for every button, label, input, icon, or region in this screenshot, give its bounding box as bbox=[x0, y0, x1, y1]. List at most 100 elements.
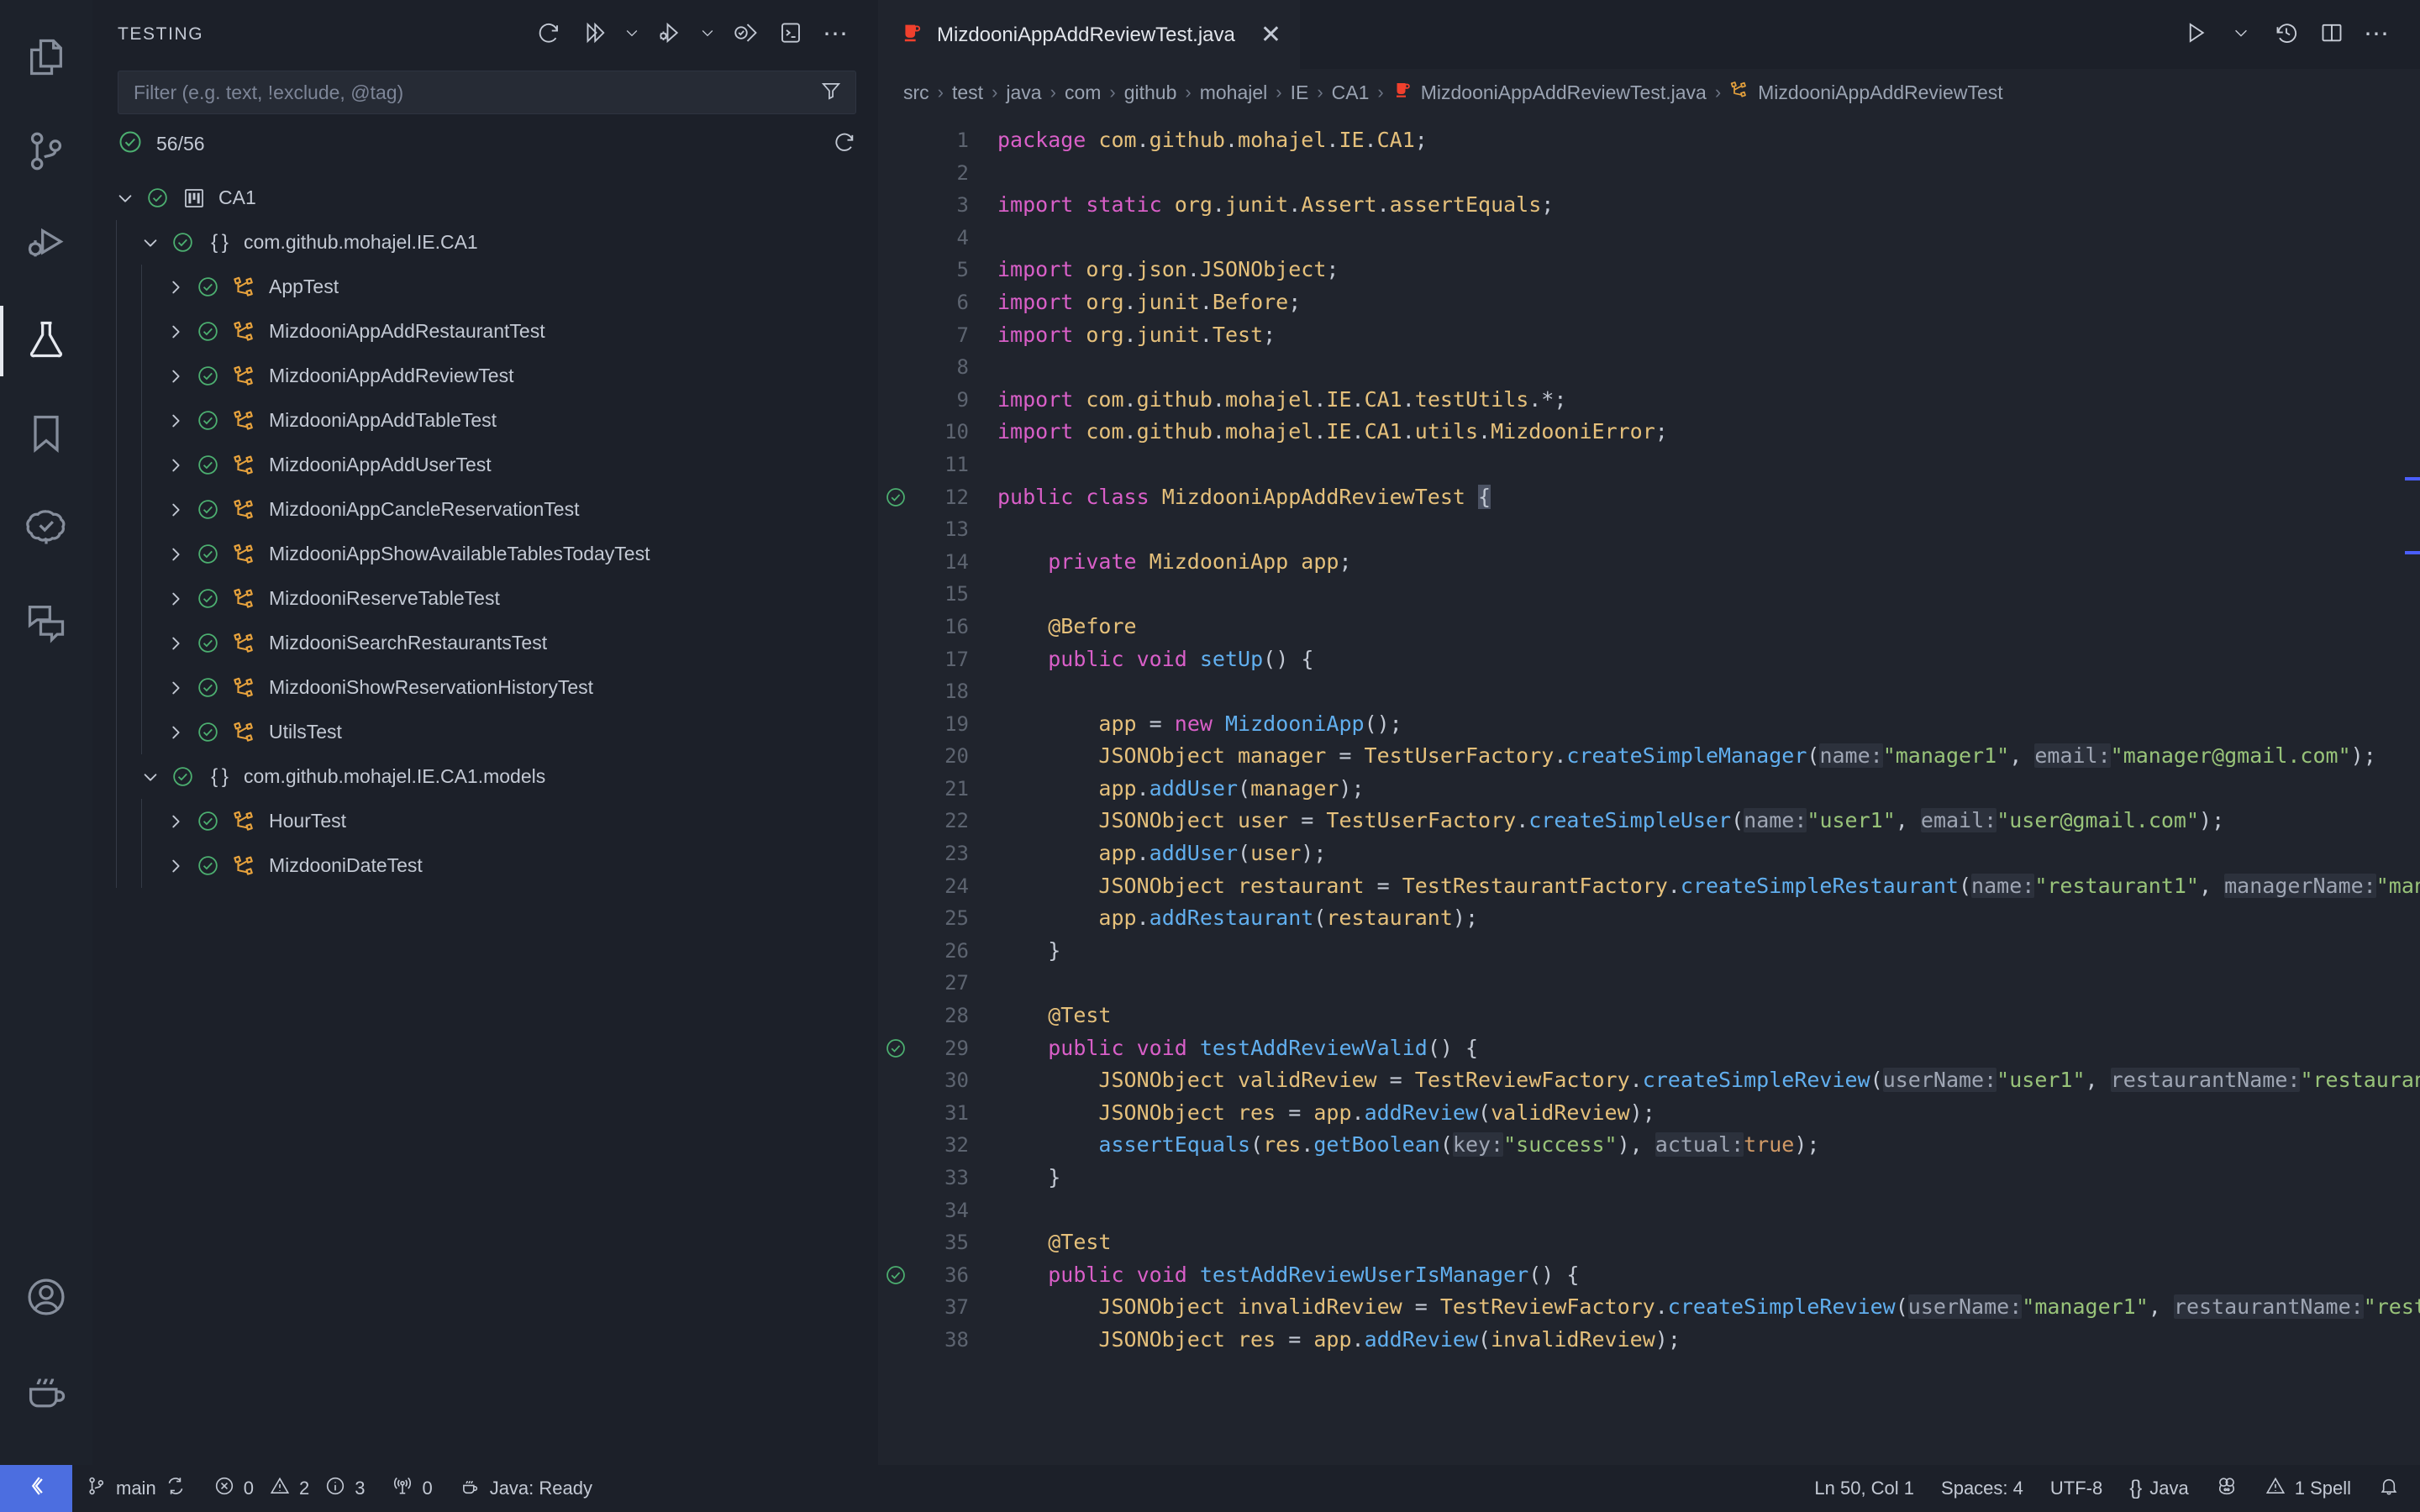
code-line[interactable]: public void setUp() { bbox=[997, 643, 2420, 676]
code-line[interactable]: app.addUser(manager); bbox=[997, 773, 2420, 806]
gutter-test-pass-icon[interactable] bbox=[878, 1032, 913, 1065]
code-line[interactable]: JSONObject res = app.addReview(invalidRe… bbox=[997, 1324, 2420, 1357]
activity-bar-item-comments[interactable] bbox=[0, 576, 92, 670]
filter-icon[interactable] bbox=[820, 80, 842, 106]
status-language-mode[interactable]: {} Java bbox=[2116, 1465, 2202, 1512]
tree-twisty-expanded[interactable] bbox=[136, 763, 165, 791]
status-editor-position[interactable]: Ln 50, Col 1 bbox=[1801, 1465, 1928, 1512]
test-tree-item[interactable]: AppTest bbox=[92, 265, 878, 309]
debug-all-tests-caret[interactable] bbox=[695, 14, 720, 55]
code-line[interactable]: import com.github.mohajel.IE.CA1.testUti… bbox=[997, 384, 2420, 417]
remote-window-button[interactable] bbox=[0, 1465, 72, 1512]
code-line[interactable] bbox=[997, 1194, 2420, 1227]
status-problems[interactable]: 0 2 3 bbox=[200, 1465, 379, 1512]
tree-twisty-collapsed[interactable] bbox=[161, 273, 190, 302]
code-line[interactable] bbox=[997, 578, 2420, 611]
code-line[interactable]: JSONObject validReview = TestReviewFacto… bbox=[997, 1064, 2420, 1097]
tree-twisty-expanded[interactable] bbox=[111, 184, 139, 213]
breadcrumb-segment[interactable]: CA1 bbox=[1327, 81, 1375, 104]
code-line[interactable]: public void testAddReviewUserIsManager()… bbox=[997, 1259, 2420, 1292]
code-content[interactable]: package com.github.mohajel.IE.CA1; impor… bbox=[969, 116, 2420, 1465]
activity-bar-item-accounts[interactable] bbox=[0, 1252, 92, 1346]
status-encoding[interactable]: UTF-8 bbox=[2037, 1465, 2116, 1512]
summary-refresh-button[interactable] bbox=[833, 130, 856, 158]
refresh-tests-button[interactable] bbox=[529, 14, 569, 55]
code-line[interactable]: app = new MizdooniApp(); bbox=[997, 708, 2420, 741]
show-test-output-button[interactable] bbox=[771, 14, 811, 55]
test-tree-item[interactable]: MizdooniDateTest bbox=[92, 843, 878, 888]
tree-twisty-collapsed[interactable] bbox=[161, 451, 190, 480]
code-line[interactable] bbox=[997, 449, 2420, 481]
tree-twisty-collapsed[interactable] bbox=[161, 585, 190, 613]
status-spell-checker[interactable]: 1 Spell bbox=[2251, 1465, 2365, 1512]
breadcrumb-segment[interactable]: github bbox=[1119, 81, 1182, 104]
tree-twisty-collapsed[interactable] bbox=[161, 362, 190, 391]
activity-bar-item-testing[interactable] bbox=[0, 294, 92, 388]
test-tree-item[interactable]: { } com.github.mohajel.IE.CA1 bbox=[92, 220, 878, 265]
code-line[interactable]: JSONObject restaurant = TestRestaurantFa… bbox=[997, 870, 2420, 903]
timeline-button[interactable] bbox=[2265, 13, 2307, 55]
status-gitlens[interactable] bbox=[2202, 1465, 2251, 1512]
code-line[interactable]: @Test bbox=[997, 1000, 2420, 1032]
activity-bar-item-source-control[interactable] bbox=[0, 106, 92, 200]
code-line[interactable]: } bbox=[997, 935, 2420, 968]
tree-twisty-collapsed[interactable] bbox=[161, 540, 190, 569]
test-tree-item[interactable]: { } com.github.mohajel.IE.CA1.models bbox=[92, 754, 878, 799]
run-java-button[interactable] bbox=[2175, 13, 2217, 55]
test-tree-item[interactable]: MizdooniAppShowAvailableTablesTodayTest bbox=[92, 532, 878, 576]
breadcrumb-segment[interactable]: IE bbox=[1286, 81, 1314, 104]
code-line[interactable] bbox=[997, 351, 2420, 384]
editor-tab-active[interactable]: MizdooniAppAddReviewTest.java ✕ bbox=[878, 0, 1300, 69]
tree-twisty-collapsed[interactable] bbox=[161, 629, 190, 658]
test-tree-item[interactable]: MizdooniReserveTableTest bbox=[92, 576, 878, 621]
activity-bar-item-test-coverage[interactable] bbox=[0, 482, 92, 576]
code-line[interactable]: JSONObject invalidReview = TestReviewFac… bbox=[997, 1291, 2420, 1324]
test-tree-item[interactable]: MizdooniShowReservationHistoryTest bbox=[92, 665, 878, 710]
breadcrumb-segment[interactable]: test bbox=[947, 81, 988, 104]
activity-bar-item-java-projects[interactable] bbox=[0, 1346, 92, 1440]
code-line[interactable]: app.addUser(user); bbox=[997, 837, 2420, 870]
test-tree-item[interactable]: MizdooniAppAddUserTest bbox=[92, 443, 878, 487]
status-notifications[interactable] bbox=[2365, 1465, 2413, 1512]
test-tree-item[interactable]: CA1 bbox=[92, 176, 878, 220]
status-branch[interactable]: main bbox=[72, 1465, 200, 1512]
breadcrumb-segment[interactable]: mohajel bbox=[1195, 81, 1273, 104]
test-tree-item[interactable]: MizdooniSearchRestaurantsTest bbox=[92, 621, 878, 665]
run-all-tests-caret[interactable] bbox=[619, 14, 644, 55]
debug-all-tests-button[interactable] bbox=[650, 14, 690, 55]
tree-twisty-collapsed[interactable] bbox=[161, 674, 190, 702]
gutter-test-pass-icon[interactable] bbox=[878, 1259, 913, 1292]
tree-twisty-collapsed[interactable] bbox=[161, 718, 190, 747]
breadcrumb-segment[interactable]: MizdooniAppAddReviewTest bbox=[1724, 80, 2008, 105]
code-line[interactable]: public void testAddReviewValid() { bbox=[997, 1032, 2420, 1065]
code-line[interactable] bbox=[997, 967, 2420, 1000]
code-line[interactable] bbox=[997, 513, 2420, 546]
tree-twisty-collapsed[interactable] bbox=[161, 496, 190, 524]
code-line[interactable]: public class MizdooniAppAddReviewTest { bbox=[997, 481, 2420, 514]
tree-twisty-collapsed[interactable] bbox=[161, 318, 190, 346]
code-line[interactable]: import org.junit.Test; bbox=[997, 319, 2420, 352]
status-ports[interactable]: 0 bbox=[378, 1465, 445, 1512]
code-line[interactable]: package com.github.mohajel.IE.CA1; bbox=[997, 124, 2420, 157]
code-line[interactable]: import com.github.mohajel.IE.CA1.utils.M… bbox=[997, 416, 2420, 449]
tree-twisty-collapsed[interactable] bbox=[161, 852, 190, 880]
code-line[interactable]: JSONObject user = TestUserFactory.create… bbox=[997, 805, 2420, 837]
test-filter-input[interactable]: Filter (e.g. text, !exclude, @tag) bbox=[118, 71, 856, 114]
code-line[interactable] bbox=[997, 157, 2420, 190]
code-line[interactable]: import org.json.JSONObject; bbox=[997, 254, 2420, 286]
test-tree-item[interactable]: UtilsTest bbox=[92, 710, 878, 754]
sidebar-more-actions-button[interactable]: ⋯ bbox=[816, 14, 856, 55]
code-line[interactable]: private MizdooniApp app; bbox=[997, 546, 2420, 579]
test-tree-item[interactable]: MizdooniAppAddTableTest bbox=[92, 398, 878, 443]
code-line[interactable]: import org.junit.Before; bbox=[997, 286, 2420, 319]
code-line[interactable]: @Before bbox=[997, 611, 2420, 643]
editor-overview-ruler[interactable] bbox=[2405, 551, 2420, 554]
run-options-button[interactable] bbox=[2220, 13, 2262, 55]
code-line[interactable]: app.addRestaurant(restaurant); bbox=[997, 902, 2420, 935]
test-tree-item[interactable]: MizdooniAppCancleReservationTest bbox=[92, 487, 878, 532]
breadcrumb-segment[interactable]: MizdooniAppAddReviewTest.java bbox=[1387, 80, 1712, 105]
minimap-slider[interactable] bbox=[2405, 477, 2420, 480]
test-tree-item[interactable]: MizdooniAppAddReviewTest bbox=[92, 354, 878, 398]
test-tree-item[interactable]: HourTest bbox=[92, 799, 878, 843]
code-line[interactable] bbox=[997, 222, 2420, 255]
